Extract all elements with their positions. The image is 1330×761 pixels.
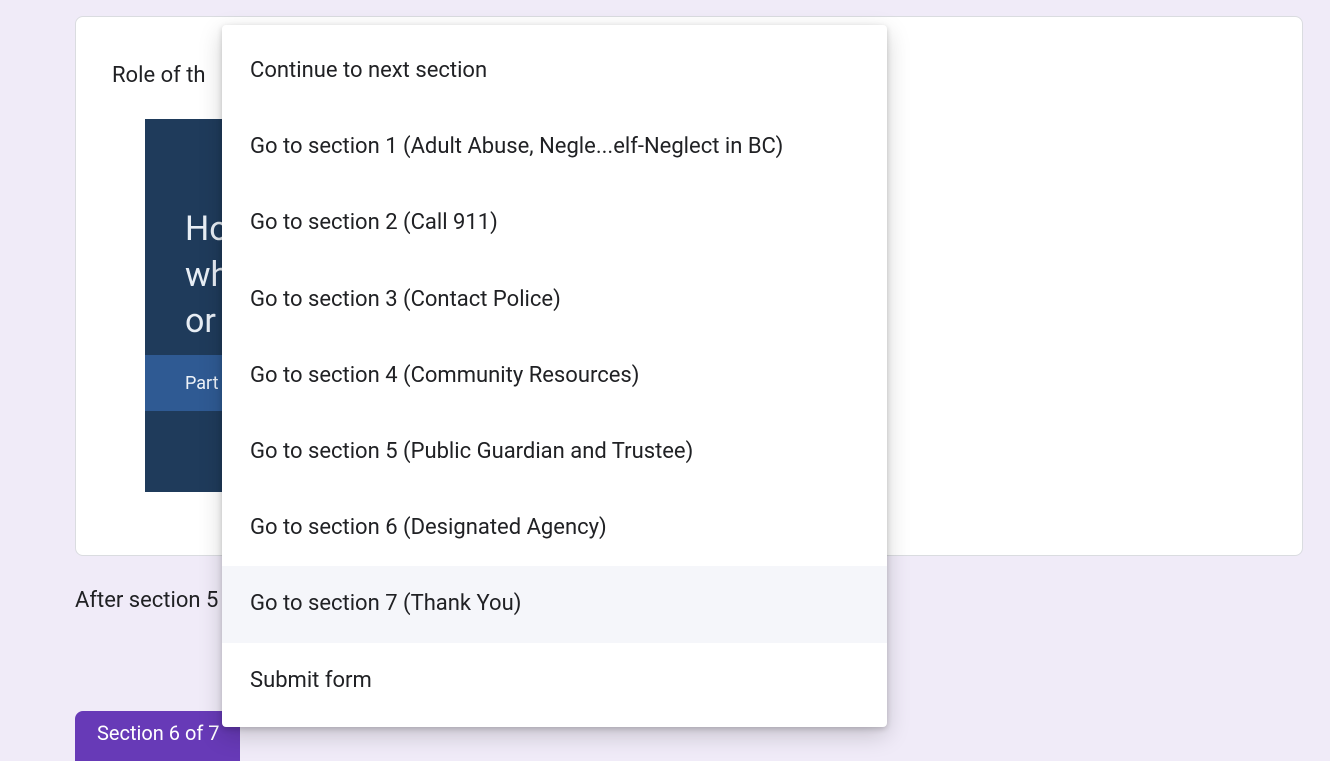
routing-option[interactable]: Submit form <box>222 643 887 719</box>
after-section-label: After section 5 <box>75 588 218 613</box>
video-heading-line: or <box>185 301 216 341</box>
routing-option[interactable]: Go to section 6 (Designated Agency) <box>222 490 887 566</box>
section-routing-dropdown[interactable]: Continue to next sectionGo to section 1 … <box>222 25 887 727</box>
routing-option[interactable]: Go to section 5 (Public Guardian and Tru… <box>222 414 887 490</box>
section-indicator-chip[interactable]: Section 6 of 7 <box>75 711 240 761</box>
video-subtitle-text: Part <box>185 373 218 394</box>
routing-option[interactable]: Go to section 7 (Thank You) <box>222 566 887 642</box>
routing-option[interactable]: Go to section 4 (Community Resources) <box>222 338 887 414</box>
routing-option[interactable]: Go to section 2 (Call 911) <box>222 185 887 261</box>
routing-option[interactable]: Go to section 3 (Contact Police) <box>222 262 887 338</box>
routing-option[interactable]: Continue to next section <box>222 33 887 109</box>
routing-option[interactable]: Go to section 1 (Adult Abuse, Negle...el… <box>222 109 887 185</box>
